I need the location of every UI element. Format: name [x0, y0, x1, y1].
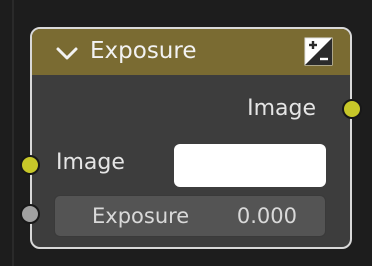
image-color-swatch[interactable] — [174, 144, 326, 187]
exposure-field-label: Exposure — [92, 204, 190, 228]
background-link-line — [12, 0, 14, 266]
exposure-field-value: 0.000 — [236, 204, 297, 228]
plus-minus-exposure-icon — [304, 37, 333, 66]
input-image-label: Image — [56, 150, 125, 175]
node-header[interactable]: Exposure — [32, 29, 350, 75]
output-image-label: Image — [247, 96, 316, 121]
exposure-node[interactable]: Exposure Image Image Exposure 0.000 — [20, 27, 362, 249]
exposure-value-field[interactable]: Exposure 0.000 — [54, 195, 326, 237]
node-title: Exposure — [90, 38, 197, 64]
chevron-down-icon[interactable] — [54, 41, 80, 65]
output-image-socket[interactable] — [342, 99, 362, 119]
input-image-socket[interactable] — [20, 155, 40, 175]
input-exposure-socket[interactable] — [20, 204, 40, 224]
